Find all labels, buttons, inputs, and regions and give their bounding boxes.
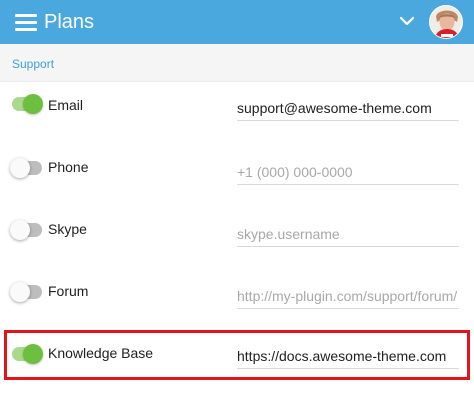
forum-label: Forum xyxy=(48,283,89,299)
page-title: Plans xyxy=(44,11,95,33)
email-field[interactable]: support@awesome-theme.com xyxy=(237,99,459,121)
chevron-down-icon[interactable] xyxy=(399,14,415,28)
top-app-bar: Plans xyxy=(0,0,474,44)
list-item-forum: Forum http://my-plugin.com/support/forum… xyxy=(0,268,474,328)
phone-label: Phone xyxy=(48,159,89,175)
list-item-phone: Phone +1 (000) 000-0000 xyxy=(0,144,474,204)
forum-field[interactable]: http://my-plugin.com/support/forum/ xyxy=(237,287,459,309)
section-label: Support xyxy=(12,57,55,71)
list-item-email: Email support@awesome-theme.com xyxy=(0,82,474,142)
phone-field[interactable]: +1 (000) 000-0000 xyxy=(237,163,459,185)
highlight-box xyxy=(4,330,470,380)
phone-toggle[interactable] xyxy=(10,158,42,178)
hamburger-menu-icon[interactable] xyxy=(15,14,37,31)
avatar[interactable] xyxy=(429,5,463,39)
skype-field[interactable]: skype.username xyxy=(237,225,459,247)
email-label: Email xyxy=(48,97,84,113)
skype-label: Skype xyxy=(48,221,87,237)
skype-toggle[interactable] xyxy=(10,220,42,240)
forum-toggle[interactable] xyxy=(10,282,42,302)
list-item-skype: Skype skype.username xyxy=(0,206,474,266)
support-section-header: Support xyxy=(0,44,474,82)
email-toggle[interactable] xyxy=(12,94,43,114)
